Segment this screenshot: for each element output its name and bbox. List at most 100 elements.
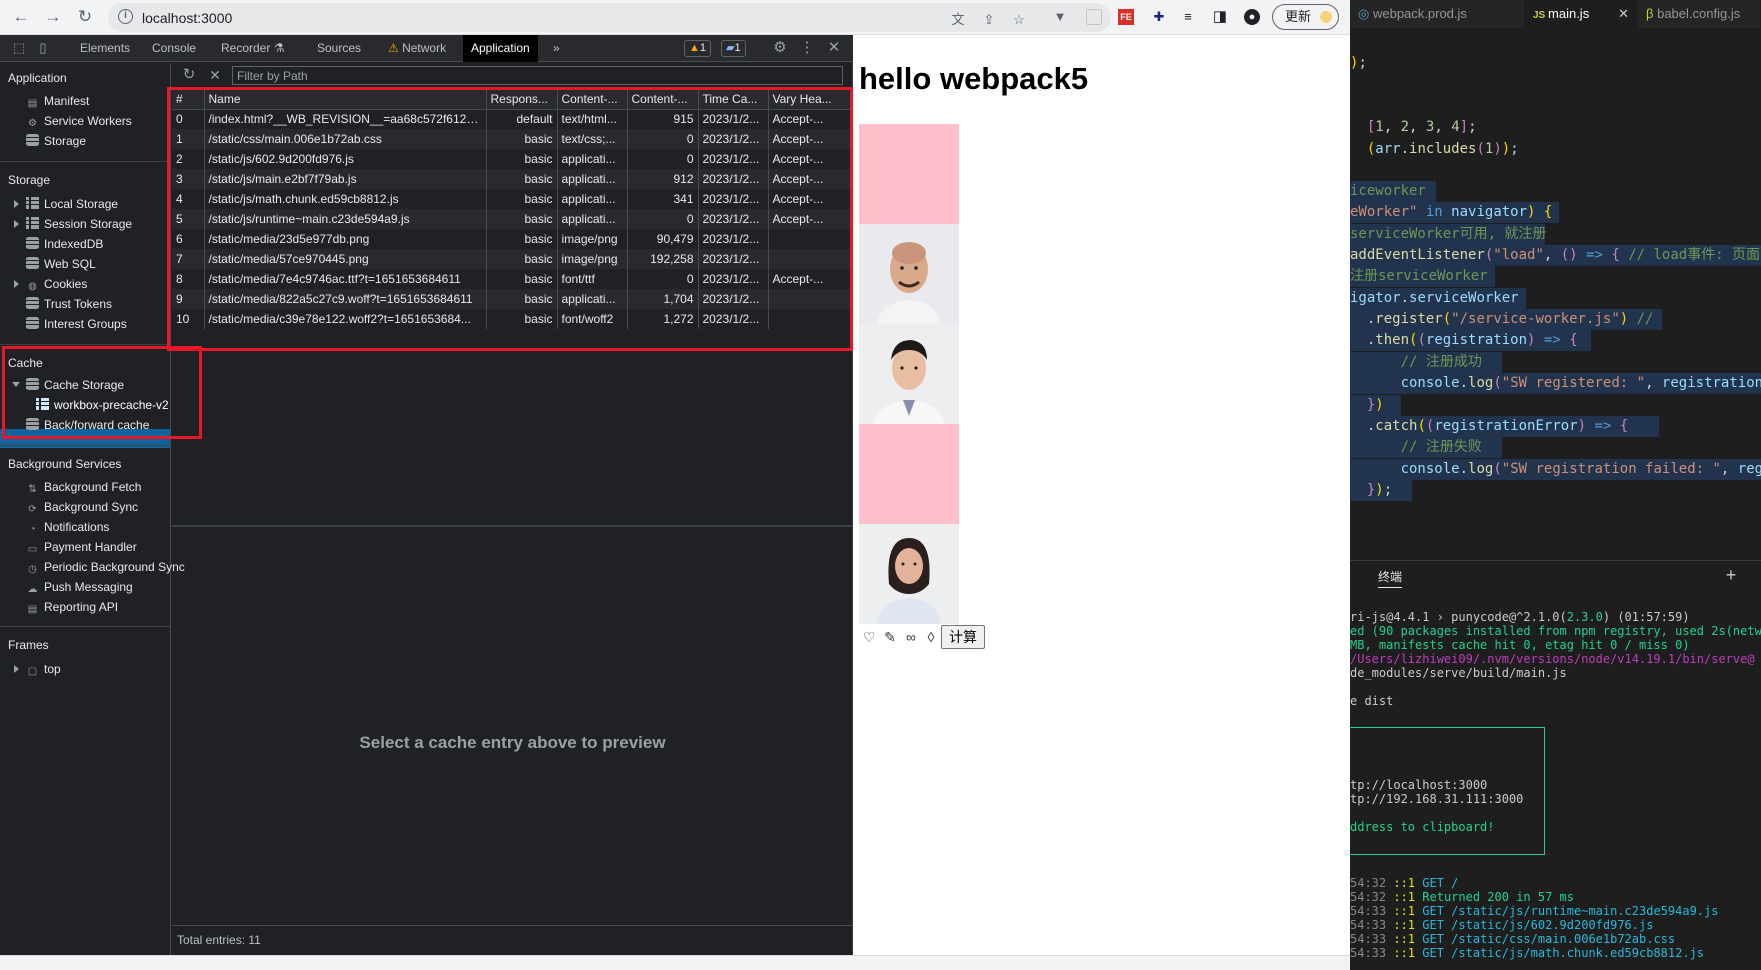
calculate-button[interactable]: 计算 [941, 625, 985, 649]
sidebar-item-label: Service Workers [44, 114, 132, 128]
back-icon[interactable]: ← [10, 6, 32, 28]
sidebar-item-cookies[interactable]: ◍ Cookies [26, 275, 87, 293]
device-toolbar-icon[interactable]: ▯ [32, 37, 54, 59]
tab-elements[interactable]: Elements [72, 35, 138, 62]
delete-selected-icon[interactable]: ✕ [204, 64, 226, 86]
warning-icon: ⚠ [388, 41, 403, 55]
code-line: // 注册成功 [1350, 352, 1502, 373]
sidebar-item-periodic-background-sync[interactable]: ◷ Periodic Background Sync [26, 558, 185, 576]
application-sidebar: Application ▤ Manifest ⚙ Service Workers S… [0, 63, 185, 955]
file-icon: ▤ [27, 98, 38, 109]
code-line: (arr.includes(1)); [1366, 141, 1519, 157]
messages-badge[interactable]: ▰1 [721, 40, 746, 57]
editor-tab-main-js[interactable]: JS main.js ✕ [1525, 0, 1638, 28]
bookmark-star-icon[interactable]: ☆ [1011, 12, 1027, 28]
info-icon[interactable]: i [118, 9, 133, 24]
more-tabs-icon[interactable]: » [545, 35, 568, 62]
preview-splitter[interactable] [172, 525, 853, 527]
settings-gear-icon[interactable]: ⚙ [769, 37, 791, 59]
expand-arrow-icon[interactable] [14, 280, 19, 288]
translate-icon[interactable]: 文 [950, 12, 966, 28]
terminal-line: ddress to clipboard! [1350, 820, 1495, 834]
terminal-line: e dist [1350, 694, 1394, 708]
expand-arrow-icon[interactable] [14, 220, 19, 228]
close-tab-icon[interactable]: ✕ [1618, 0, 1629, 28]
warnings-badge[interactable]: ▲1 [684, 40, 712, 57]
tab-sources[interactable]: Sources [309, 35, 369, 62]
sidebar-item-session-storage[interactable]: Session Storage [26, 215, 132, 233]
extensions-puzzle-icon[interactable]: ✚ [1151, 9, 1167, 25]
sidebar-item-payment-handler[interactable]: ▭ Payment Handler [26, 538, 137, 556]
tab-network[interactable]: ⚠ Network [380, 35, 454, 62]
sidebar-item-service-workers[interactable]: ⚙ Service Workers [26, 112, 132, 130]
code-line: console.log("SW registered: ", registrat… [1350, 373, 1761, 394]
side-panel-icon[interactable]: ◨ [1212, 9, 1228, 25]
terminal-line: ri-js@4.4.1 › punycode@^2.1.0(2.3.0) (01… [1350, 610, 1690, 624]
reload-icon[interactable]: ↻ [74, 6, 96, 28]
sidebar-item-background-sync[interactable]: ⟳ Background Sync [26, 498, 138, 516]
url-text: localhost:3000 [142, 10, 233, 26]
address-bar[interactable]: i localhost:3000 文 ⇪ ☆ [108, 3, 1111, 32]
sidebar-item-manifest[interactable]: ▤ Manifest [26, 92, 90, 110]
devtools-tabbar: ⬚ ▯ Elements Console Recorder ⚗ Sources … [0, 35, 853, 62]
up-down-arrows-icon: ⇅ [28, 484, 37, 495]
devtools-panel: ⬚ ▯ Elements Console Recorder ⚗ Sources … [0, 35, 854, 955]
sidebar-item-background-fetch[interactable]: ⇅ Background Fetch [26, 478, 141, 496]
sidebar-item-frame-top[interactable]: ▢ top [26, 660, 61, 678]
clock-icon: ◷ [28, 564, 37, 575]
media-queue-icon[interactable]: ≡ [1180, 9, 1196, 25]
terminal-line: 54:33 ::1 GET /static/css/main.006e1b72a… [1350, 932, 1676, 946]
editor-tab-babel-config[interactable]: β babel.config.js [1638, 0, 1761, 28]
babel-file-icon: β [1646, 6, 1658, 21]
terminal-line: tp://localhost:3000 [1350, 778, 1488, 792]
terminal-line: 54:33 ::1 GET /static/js/602.9d200fd976.… [1350, 918, 1654, 932]
profile-avatar-icon[interactable]: ● [1244, 9, 1260, 25]
kebab-menu-icon[interactable]: ⋮ [796, 37, 818, 59]
sidebar-item-notifications[interactable]: ◔ Notifications [26, 518, 109, 536]
sidebar-item-local-storage[interactable]: Local Storage [26, 195, 118, 213]
filter-by-path-input[interactable] [232, 66, 843, 85]
new-terminal-icon[interactable]: + [1720, 564, 1742, 586]
expand-arrow-icon[interactable] [14, 665, 19, 673]
sidebar-item-label: Periodic Background Sync [44, 560, 185, 574]
section-storage: Storage [8, 173, 51, 187]
terminal-line: de_modules/serve/build/main.js [1350, 666, 1567, 680]
sidebar-item-web-sql[interactable]: Web SQL [26, 255, 96, 273]
code-editor: ◎ webpack.prod.js JS main.js ✕ β babel.co… [1350, 0, 1761, 970]
tab-network-label: Network [402, 41, 447, 55]
table-grid-icon [26, 197, 39, 209]
tab-recorder[interactable]: Recorder ⚗ [213, 35, 292, 62]
sidebar-item-push-messaging[interactable]: ☁ Push Messaging [26, 578, 133, 596]
edit-icon[interactable]: ✎ [882, 629, 898, 645]
tab-console[interactable]: Console [144, 35, 204, 62]
editor-tab-label: main.js [1548, 6, 1590, 21]
forward-icon[interactable]: → [42, 6, 64, 28]
terminal-tab[interactable]: 终端 [1378, 568, 1403, 588]
sidebar-item-label: Interest Groups [44, 317, 127, 331]
divider [0, 161, 170, 162]
extension-vue-icon[interactable]: ▼ [1052, 9, 1068, 25]
extension-blank-icon[interactable] [1086, 9, 1102, 25]
expand-arrow-icon[interactable] [14, 200, 19, 208]
code-line: // 注册失败 [1350, 437, 1502, 458]
tab-application[interactable]: Application [463, 35, 538, 62]
editor-tabbar: ◎ webpack.prod.js JS main.js ✕ β babel.co… [1350, 0, 1761, 28]
heart-icon[interactable]: ♡ [861, 629, 877, 645]
sidebar-item-reporting-api[interactable]: ▤ Reporting API [26, 598, 118, 616]
terminal-line: ed (90 packages installed from npm regis… [1350, 624, 1761, 638]
sidebar-item-label: Background Sync [44, 500, 139, 514]
extension-fe-icon[interactable]: FE [1118, 9, 1134, 25]
refresh-icon[interactable]: ↻ [178, 64, 200, 86]
gear-icon: ⚙ [28, 118, 37, 129]
editor-tab-webpack-prod[interactable]: ◎ webpack.prod.js [1350, 0, 1525, 28]
sidebar-item-indexeddb[interactable]: IndexedDB [26, 235, 103, 253]
inspect-element-icon[interactable]: ⬚ [8, 37, 30, 59]
sidebar-item-trust-tokens[interactable]: Trust Tokens [26, 295, 112, 313]
sidebar-item-storage[interactable]: Storage [26, 132, 86, 150]
glasses-icon[interactable]: ∞ [903, 629, 919, 645]
share-icon[interactable]: ⇪ [981, 12, 997, 28]
update-button[interactable]: 更新 [1272, 4, 1339, 30]
close-devtools-icon[interactable]: ✕ [823, 37, 845, 59]
drop-icon[interactable]: ◊ [923, 629, 939, 645]
sidebar-item-interest-groups[interactable]: Interest Groups [26, 315, 127, 333]
